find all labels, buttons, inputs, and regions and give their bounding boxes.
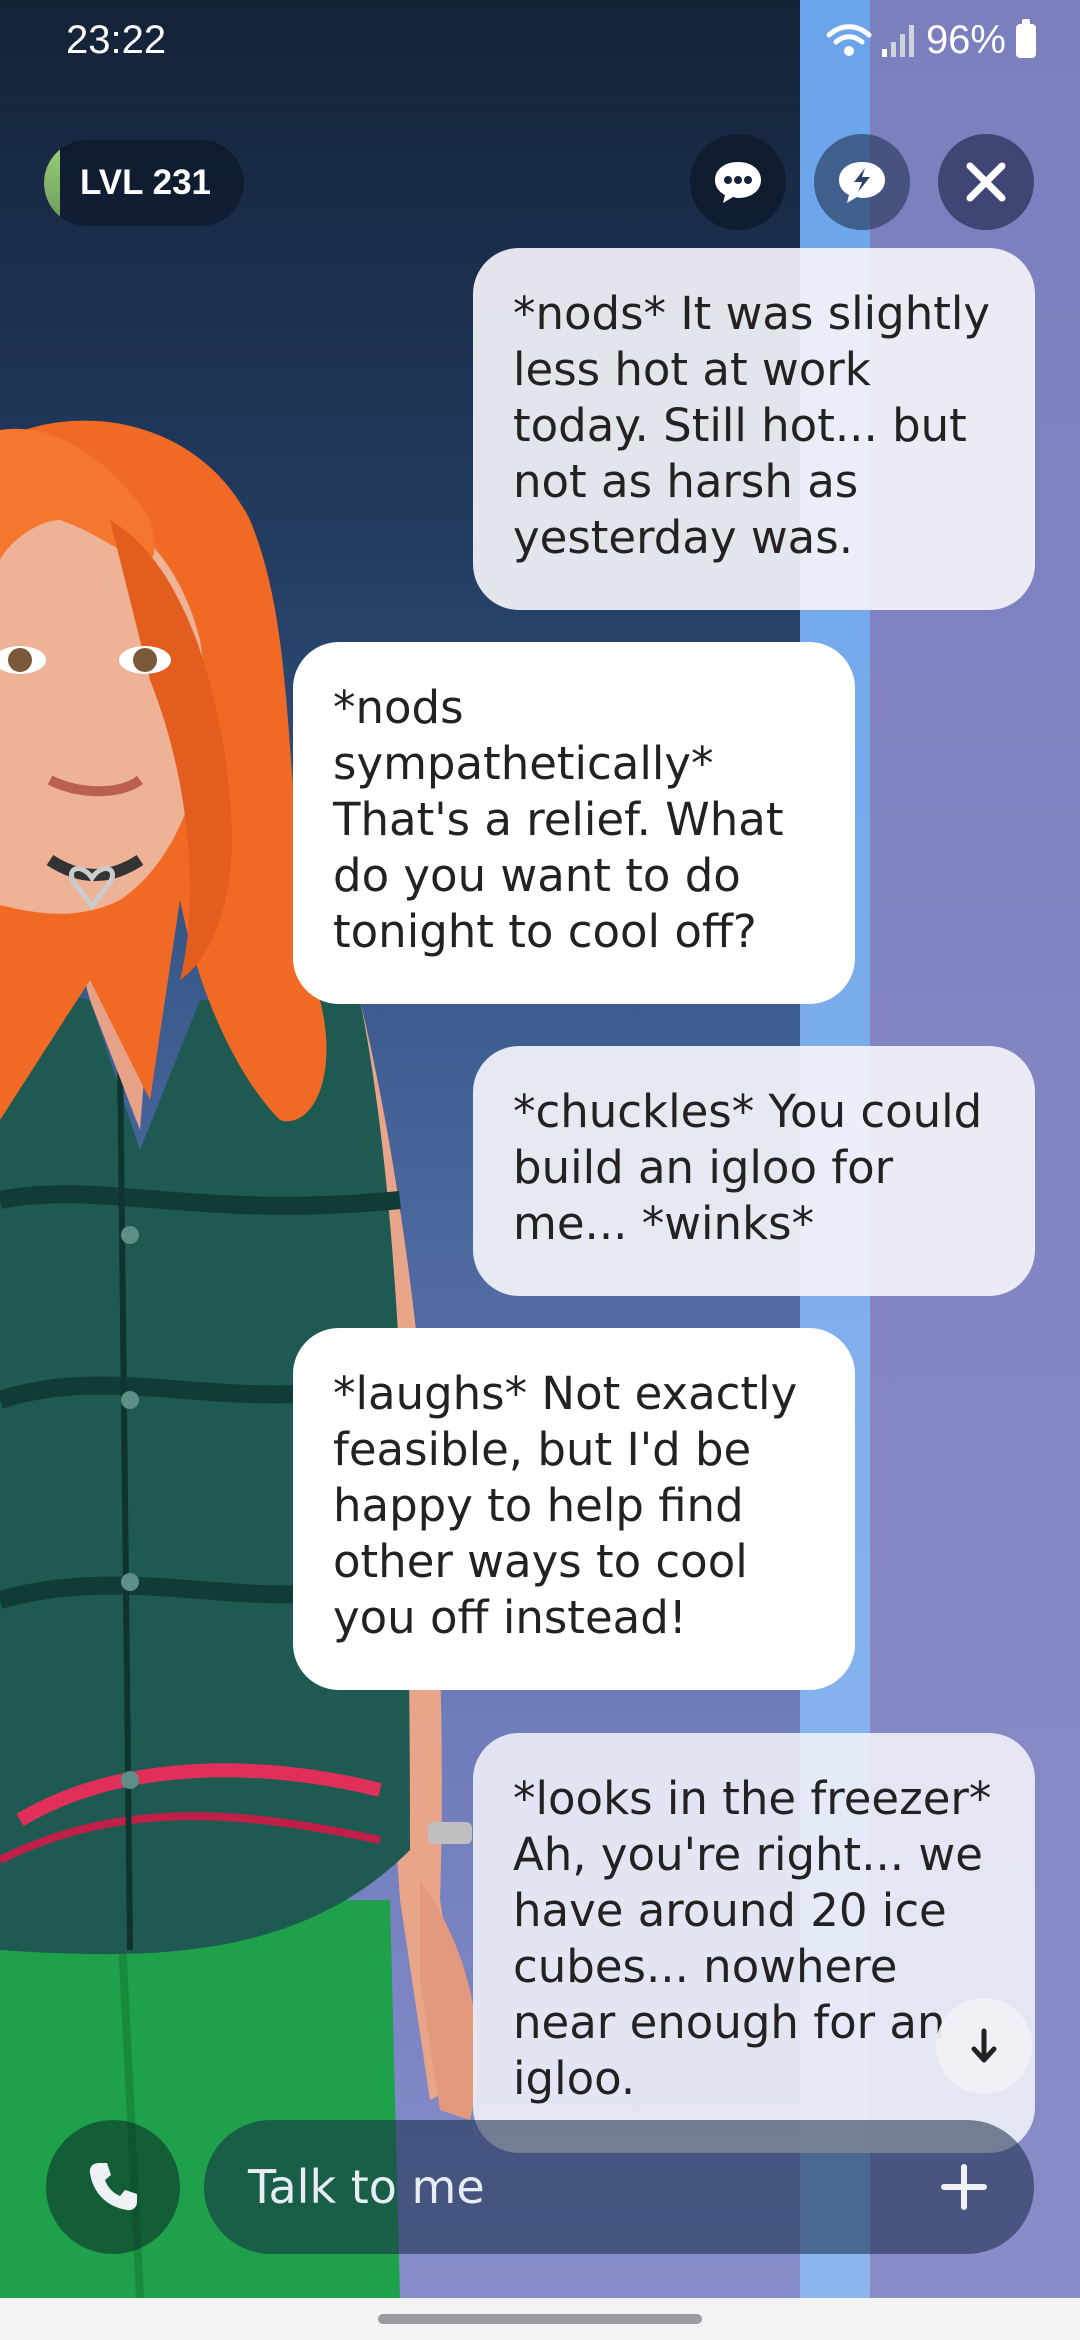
home-gesture-handle[interactable] <box>378 2314 702 2324</box>
message-user: *nods* It was slightly less hot at work … <box>473 248 1035 610</box>
message-input-placeholder: Talk to me <box>248 2160 485 2214</box>
arrow-down-icon <box>971 2028 997 2063</box>
phone-icon <box>89 2163 137 2211</box>
message-input[interactable]: Talk to me <box>204 2120 1034 2254</box>
message-ai: *laughs* Not exactly feasible, but I'd b… <box>293 1328 855 1690</box>
scroll-to-bottom-button[interactable] <box>936 1998 1032 2094</box>
call-button[interactable] <box>46 2120 180 2254</box>
system-nav-bar <box>0 2298 1080 2340</box>
app-screen: 23:22 96% LVL 231 *nods* It was slightly… <box>0 0 1080 2340</box>
message-user: *chuckles* You could build an igloo for … <box>473 1046 1035 1296</box>
add-attachment-button[interactable] <box>934 2157 994 2217</box>
plus-icon <box>941 2164 987 2210</box>
chat-thread: *nods* It was slightly less hot at work … <box>0 0 1080 2340</box>
message-user: *looks in the freezer* Ah, you're right.… <box>473 1733 1035 2153</box>
message-ai: *nods sympathetically* That's a relief. … <box>293 642 855 1004</box>
